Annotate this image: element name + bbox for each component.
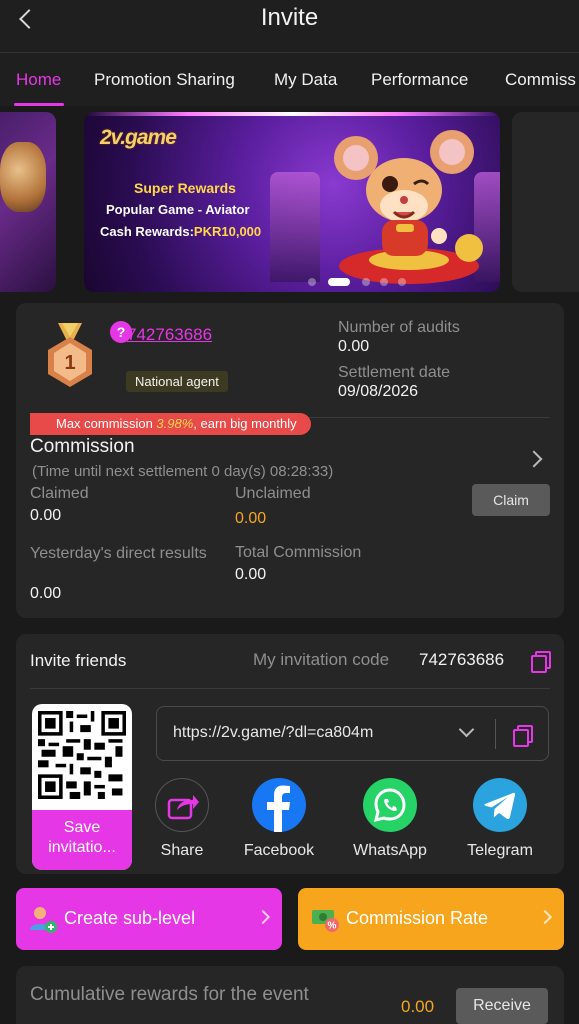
commission-rate-label: Commission Rate: [346, 908, 489, 928]
whatsapp-label: WhatsApp: [353, 842, 427, 859]
banner-subtitle: Popular Game - Aviator: [106, 202, 250, 217]
share-label: Share: [160, 842, 204, 859]
divider: [495, 719, 496, 749]
banner-reward-amount: PKR10,000: [193, 224, 262, 239]
create-sub-level-button[interactable]: Create sub-level: [16, 888, 282, 950]
header-bar: Invite: [0, 0, 579, 52]
unclaimed-value: 0.00: [235, 510, 267, 527]
total-commission-value: 0.00: [235, 566, 267, 583]
audits-value: 0.00: [338, 338, 370, 355]
facebook-icon[interactable]: [252, 778, 306, 832]
settlement-date-value: 09/08/2026: [338, 383, 419, 400]
whatsapp-option[interactable]: WhatsApp: [345, 778, 435, 860]
tab-commission[interactable]: Commiss: [505, 70, 576, 90]
promo-prefix: Max commission: [56, 416, 157, 431]
banner-glow: [84, 112, 500, 116]
carousel-dot[interactable]: [398, 278, 406, 286]
divider: [30, 688, 550, 689]
telegram-icon[interactable]: [473, 778, 527, 832]
unclaimed-label: Unclaimed: [235, 485, 311, 502]
add-user-icon: [30, 907, 57, 933]
yesterday-results-value: 0.00: [30, 585, 62, 602]
invite-friends-card: Invite friends My invitation code 742763…: [16, 634, 564, 874]
share-icon[interactable]: [155, 778, 209, 832]
chevron-right-icon: [255, 909, 271, 925]
audits-label: Number of audits: [338, 319, 460, 336]
qr-code-image: [38, 711, 126, 799]
receive-button[interactable]: Receive: [456, 988, 548, 1024]
tab-my-data[interactable]: My Data: [274, 70, 337, 90]
mouse-mascot-image: [334, 130, 483, 284]
promo-suffix: , earn big monthly: [193, 416, 297, 431]
promo-percent: 3.98%: [156, 416, 194, 431]
share-option[interactable]: Share: [137, 778, 227, 860]
settlement-date-label: Settlement date: [338, 364, 451, 381]
banner-previous-slide[interactable]: [0, 112, 56, 292]
invitation-code-value: 742763686: [419, 650, 505, 669]
money-percent-icon: %: [312, 910, 339, 932]
max-commission-banner: Max commission 3.98%, earn big monthly: [30, 413, 311, 435]
chevron-right-icon[interactable]: [525, 450, 543, 468]
commission-title[interactable]: Commission: [30, 436, 135, 458]
banner-headline: Super Rewards: [134, 180, 236, 196]
user-id[interactable]: 742763686: [127, 325, 212, 345]
total-commission-label: Total Commission: [235, 544, 362, 561]
tab-promotion-sharing[interactable]: Promotion Sharing: [94, 70, 235, 90]
create-sub-level-label: Create sub-level: [64, 908, 196, 928]
whatsapp-icon[interactable]: [363, 778, 417, 832]
banner-character-image: [0, 142, 46, 212]
telegram-option[interactable]: Telegram: [455, 778, 545, 860]
tab-home[interactable]: Home: [16, 70, 61, 90]
page-title: Invite: [260, 4, 319, 31]
claim-button[interactable]: Claim: [472, 484, 550, 516]
tab-bar: Home Promotion Sharing My Data Performan…: [0, 52, 579, 106]
cumulative-rewards-value: 0.00: [401, 997, 435, 1016]
banner-carousel[interactable]: 2v.game Super Rewards Popular Game - Avi…: [0, 106, 579, 296]
copy-link-icon[interactable]: [513, 725, 533, 747]
cumulative-rewards-card: Cumulative rewards for the event 0.00 Re…: [16, 966, 564, 1024]
telegram-label: Telegram: [467, 842, 533, 859]
banner-slide[interactable]: 2v.game Super Rewards Popular Game - Avi…: [84, 112, 500, 292]
invitation-link-field[interactable]: https://2v.game/?dl=ca804m: [156, 706, 549, 761]
rank-medal-icon: 1: [48, 323, 92, 387]
settlement-countdown: (Time until next settlement 0 day(s) 08:…: [32, 463, 334, 480]
invitation-code-label: My invitation code: [253, 650, 390, 669]
claimed-value: 0.00: [30, 507, 62, 524]
qr-code-card[interactable]: Save invitatio...: [32, 704, 132, 870]
brand-logo: 2v.game: [100, 126, 177, 149]
carousel-dot[interactable]: [362, 278, 370, 286]
carousel-dot[interactable]: [380, 278, 388, 286]
agent-commission-card: 1 ? 742763686 National agent Number of a…: [16, 303, 564, 618]
svg-text:%: %: [328, 921, 337, 932]
tab-performance[interactable]: Performance: [371, 70, 468, 90]
rank-number: 1: [64, 352, 75, 374]
chevron-down-icon[interactable]: [458, 721, 475, 738]
banner-next-slide[interactable]: [512, 112, 579, 292]
slot-machine-image: [270, 172, 320, 282]
facebook-label: Facebook: [243, 842, 315, 859]
banner-reward-prefix: Cash Rewards:: [100, 224, 194, 239]
invitation-link: https://2v.game/?dl=ca804m: [173, 724, 374, 741]
carousel-dot[interactable]: [308, 278, 316, 286]
carousel-dot-active[interactable]: [328, 278, 350, 286]
yesterday-results-label: Yesterday's direct results: [30, 545, 207, 562]
chevron-right-icon: [537, 909, 553, 925]
save-invitation-button[interactable]: Save invitatio...: [32, 810, 132, 870]
facebook-option[interactable]: Facebook: [234, 778, 324, 860]
banner-reward-line: Cash Rewards:PKR10,000: [100, 224, 261, 239]
cumulative-rewards-label: Cumulative rewards for the event: [30, 984, 309, 1005]
agent-level-badge: National agent: [126, 371, 228, 392]
claimed-label: Claimed: [30, 485, 89, 502]
commission-rate-button[interactable]: % Commission Rate: [298, 888, 564, 950]
copy-code-icon[interactable]: [531, 651, 551, 673]
invite-friends-title: Invite friends: [30, 651, 127, 670]
